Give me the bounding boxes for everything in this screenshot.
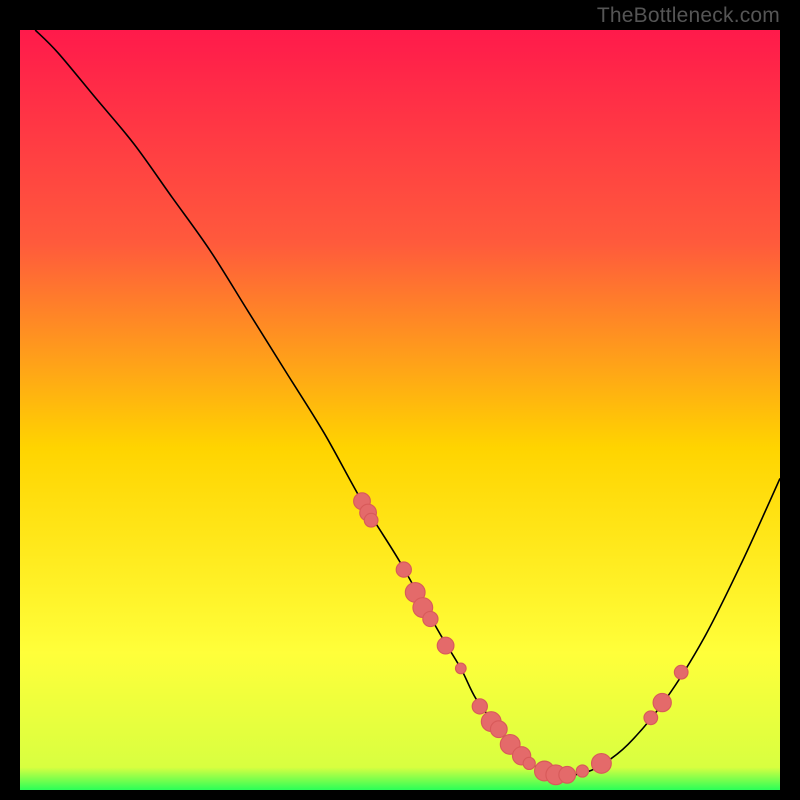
- curve-marker: [576, 765, 588, 777]
- curve-marker: [490, 721, 507, 738]
- curve-marker: [364, 513, 378, 527]
- bottleneck-chart: [20, 30, 780, 790]
- curve-marker: [674, 665, 688, 679]
- curve-marker: [396, 562, 411, 577]
- curve-marker: [455, 663, 466, 674]
- curve-marker: [592, 754, 612, 774]
- curve-marker: [644, 711, 658, 725]
- curve-marker: [559, 766, 576, 783]
- curve-marker: [423, 611, 438, 626]
- curve-marker: [653, 693, 671, 711]
- curve-marker: [523, 757, 535, 769]
- curve-marker: [437, 637, 454, 654]
- watermark-text: TheBottleneck.com: [597, 4, 780, 28]
- curve-marker: [472, 699, 487, 714]
- chart-frame: [20, 30, 780, 790]
